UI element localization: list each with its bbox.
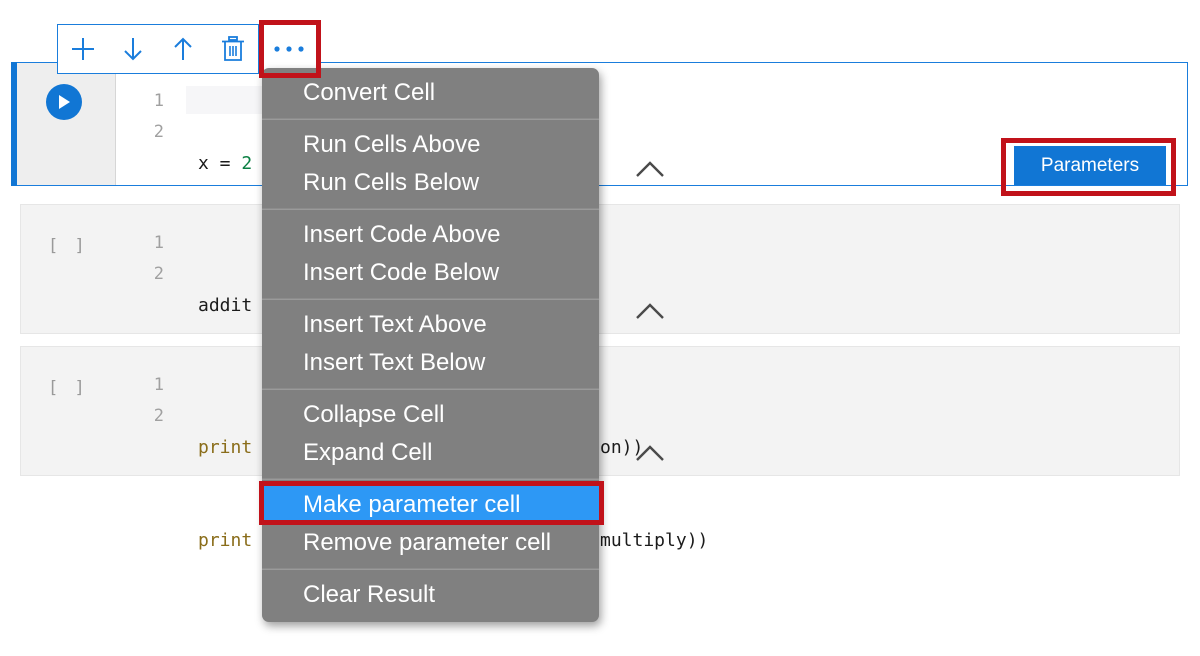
line-number: 2 [146, 259, 164, 290]
cell-1-line-numbers: 1 2 [146, 86, 164, 148]
menu-item-clear-result[interactable]: Clear Result [262, 576, 599, 614]
play-icon [57, 94, 71, 110]
menu-separator [262, 118, 599, 120]
notebook-cell-1[interactable] [12, 62, 1188, 186]
menu-item-run-cells-above[interactable]: Run Cells Above [262, 126, 599, 164]
cell-3-code-right[interactable]: on)) multiply)) [600, 370, 708, 618]
cell-3-collapse-chevron-up-icon[interactable] [633, 442, 667, 464]
cell-2-collapse-chevron-up-icon[interactable] [633, 300, 667, 322]
code-line: print [198, 525, 252, 556]
menu-item-remove-parameter-cell[interactable]: Remove parameter cell [262, 524, 599, 562]
cell-3-execution-prompt: [ ] [48, 378, 88, 398]
menu-separator [262, 478, 599, 480]
menu-separator [262, 568, 599, 570]
plus-icon [68, 34, 98, 64]
line-number: 2 [146, 401, 164, 432]
menu-item-insert-code-below[interactable]: Insert Code Below [262, 254, 599, 292]
notebook-cell-2[interactable] [20, 204, 1180, 334]
run-cell-button[interactable] [46, 84, 82, 120]
code-number-literal: 2 [241, 153, 252, 174]
move-cell-down-button[interactable] [108, 25, 158, 73]
trash-icon [220, 35, 246, 63]
cell-3-line-numbers: 1 2 [146, 370, 164, 432]
cell-2-execution-prompt: [ ] [48, 236, 88, 256]
menu-item-make-parameter-cell[interactable]: Make parameter cell [262, 486, 599, 524]
code-line: multiply)) [600, 525, 708, 556]
cell-1-gutter [17, 63, 116, 185]
menu-item-insert-text-above[interactable]: Insert Text Above [262, 306, 599, 344]
menu-separator [262, 298, 599, 300]
arrow-up-icon [168, 34, 198, 64]
line-number: 2 [146, 117, 164, 148]
menu-item-collapse-cell[interactable]: Collapse Cell [262, 396, 599, 434]
code-line: x = 2 [198, 148, 252, 179]
cell-3-code-left[interactable]: print print [198, 370, 252, 618]
code-line: addit [198, 290, 252, 321]
add-cell-button[interactable] [58, 25, 108, 73]
menu-separator [262, 388, 599, 390]
notebook-canvas: 1 2 x = 2 y = 5 [ ] 1 2 addit multi [ ] … [0, 0, 1200, 656]
code-text: x = [198, 153, 241, 174]
menu-item-expand-cell[interactable]: Expand Cell [262, 434, 599, 472]
cell-2-line-numbers: 1 2 [146, 228, 164, 290]
move-cell-up-button[interactable] [158, 25, 208, 73]
menu-separator [262, 208, 599, 210]
menu-item-convert-cell[interactable]: Convert Cell [262, 74, 599, 112]
line-number: 1 [146, 370, 164, 401]
menu-item-run-cells-below[interactable]: Run Cells Below [262, 164, 599, 202]
cell-toolbar [57, 24, 259, 74]
code-line: print [198, 432, 252, 463]
ellipsis-icon [272, 44, 306, 54]
menu-item-insert-code-above[interactable]: Insert Code Above [262, 216, 599, 254]
delete-cell-button[interactable] [208, 25, 258, 73]
parameters-button[interactable]: Parameters [1014, 146, 1166, 185]
cell-1-collapse-chevron-up-icon[interactable] [633, 158, 667, 180]
menu-item-insert-text-below[interactable]: Insert Text Below [262, 344, 599, 382]
more-options-button[interactable] [259, 24, 319, 74]
arrow-down-icon [118, 34, 148, 64]
line-number: 1 [146, 86, 164, 117]
cell-context-menu: Convert Cell Run Cells Above Run Cells B… [262, 68, 599, 622]
line-number: 1 [146, 228, 164, 259]
